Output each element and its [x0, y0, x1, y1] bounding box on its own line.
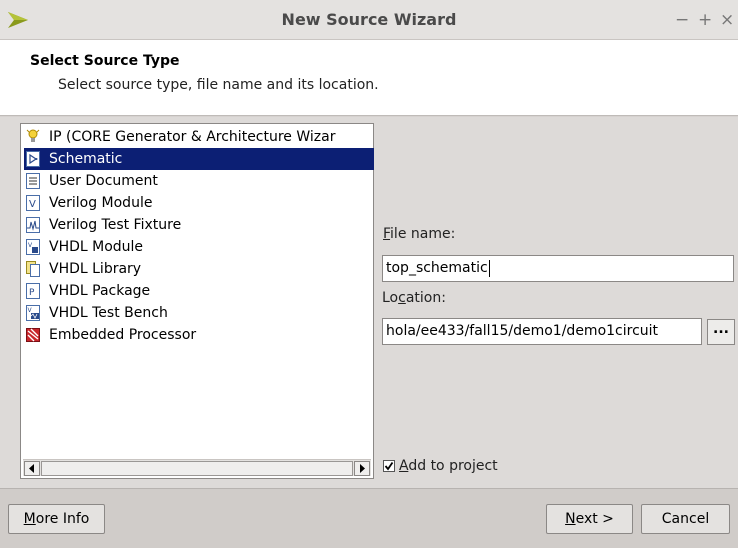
arrow-left-icon	[29, 464, 34, 473]
vhdl-test-bench-icon: V	[26, 305, 40, 321]
list-item-label: VHDL Module	[49, 239, 144, 255]
svg-text:V: V	[29, 199, 36, 210]
list-item-label: User Document	[49, 173, 158, 189]
button-bar: More Info Next > Cancel	[0, 488, 738, 548]
scroll-right-button[interactable]	[354, 461, 370, 476]
file-name-field[interactable]: top_schematic	[382, 255, 734, 282]
close-button[interactable]: ×	[720, 10, 734, 30]
list-item-label: IP (CORE Generator & Architecture Wizar	[49, 129, 336, 145]
text-caret	[488, 259, 490, 277]
schematic-icon	[26, 151, 40, 167]
file-name-label: File name:	[383, 226, 456, 242]
location-field[interactable]: hola/ee433/fall15/demo1/demo1circuit	[382, 318, 702, 345]
svg-text:P: P	[29, 288, 35, 298]
vhdl-package-icon: P	[26, 283, 40, 299]
horizontal-scrollbar[interactable]	[23, 459, 371, 476]
more-info-button[interactable]: More Info	[8, 504, 105, 534]
list-item-user-document[interactable]: User Document	[24, 170, 374, 192]
title-bar: New Source Wizard − + ×	[0, 0, 738, 40]
wizard-body: IP (CORE Generator & Architecture Wizar …	[0, 117, 738, 488]
list-item-vhdl-module[interactable]: V VHDL Module	[24, 236, 374, 258]
add-to-project-label[interactable]: Add to project	[399, 458, 498, 474]
maximize-button[interactable]: +	[698, 10, 712, 30]
page-title: Select Source Type	[30, 53, 180, 69]
wizard-header: Select Source Type Select source type, f…	[0, 40, 738, 116]
minimize-button[interactable]: −	[675, 10, 689, 30]
list-item-label: Embedded Processor	[49, 327, 197, 343]
list-item-label: Verilog Test Fixture	[49, 217, 182, 233]
list-item-embedded-processor[interactable]: Embedded Processor	[24, 324, 374, 346]
list-item-label: VHDL Library	[49, 261, 142, 277]
next-button[interactable]: Next >	[546, 504, 633, 534]
list-item-vhdl-test-bench[interactable]: V VHDL Test Bench	[24, 302, 374, 324]
list-item-ip-core[interactable]: IP (CORE Generator & Architecture Wizar	[24, 126, 374, 148]
arrow-right-icon	[360, 464, 365, 473]
document-icon	[26, 173, 40, 189]
source-type-list[interactable]: IP (CORE Generator & Architecture Wizar …	[20, 123, 374, 479]
list-item-vhdl-package[interactable]: P VHDL Package	[24, 280, 374, 302]
list-item-verilog-module[interactable]: V Verilog Module	[24, 192, 374, 214]
add-to-project-checkbox[interactable]	[383, 460, 395, 472]
ip-core-icon	[26, 129, 40, 142]
list-item-label: VHDL Test Bench	[49, 305, 168, 321]
location-label: Location:	[382, 290, 446, 306]
scroll-left-button[interactable]	[24, 461, 40, 476]
vhdl-module-icon: V	[26, 239, 40, 255]
list-item-verilog-test-fixture[interactable]: Verilog Test Fixture	[24, 214, 374, 236]
list-item-label: Verilog Module	[49, 195, 153, 211]
list-item-label: Schematic	[49, 151, 123, 167]
cancel-button[interactable]: Cancel	[641, 504, 730, 534]
vhdl-library-icon	[26, 261, 40, 277]
check-icon	[384, 461, 394, 471]
verilog-test-fixture-icon	[26, 217, 40, 233]
list-item-schematic[interactable]: Schematic	[24, 148, 374, 170]
verilog-module-icon: V	[26, 195, 40, 211]
embedded-processor-icon	[26, 328, 40, 342]
browse-button[interactable]: ...	[707, 319, 735, 345]
scroll-thumb[interactable]	[41, 461, 353, 476]
page-subtitle: Select source type, file name and its lo…	[58, 77, 379, 93]
list-item-label: VHDL Package	[49, 283, 151, 299]
window-title: New Source Wizard	[281, 10, 457, 29]
list-item-vhdl-library[interactable]: VHDL Library	[24, 258, 374, 280]
